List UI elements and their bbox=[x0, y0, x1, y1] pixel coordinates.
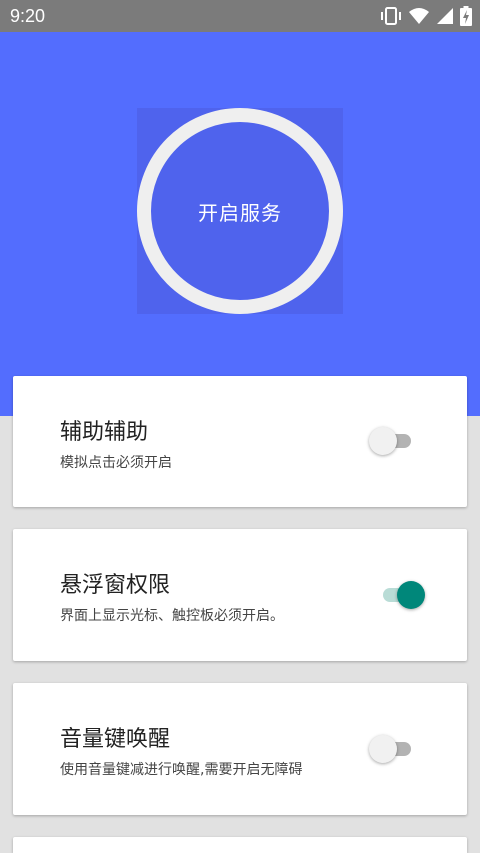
card-accessibility: 辅助辅助 模拟点击必须开启 bbox=[13, 376, 467, 507]
switch-thumb bbox=[397, 581, 425, 609]
battery-charging-icon bbox=[460, 6, 472, 26]
status-icons bbox=[380, 6, 472, 26]
card-next-partial bbox=[13, 837, 467, 853]
start-service-label: 开启服务 bbox=[198, 200, 282, 225]
card-title: 悬浮窗权限 bbox=[60, 573, 171, 598]
switch-thumb bbox=[369, 427, 397, 455]
card-title: 音量键唤醒 bbox=[60, 727, 171, 752]
start-service-button[interactable]: 开启服务 bbox=[137, 108, 343, 314]
signal-icon bbox=[437, 8, 453, 24]
card-description: 使用音量键减进行唤醒,需要开启无障碍 bbox=[60, 762, 303, 778]
card-description: 模拟点击必须开启 bbox=[60, 455, 172, 471]
card-volume-wake: 音量键唤醒 使用音量键减进行唤醒,需要开启无障碍 bbox=[13, 683, 467, 815]
accessibility-toggle[interactable] bbox=[369, 426, 419, 456]
card-title: 辅助辅助 bbox=[60, 420, 149, 445]
status-time: 9:20 bbox=[10, 5, 46, 26]
wifi-icon bbox=[409, 8, 429, 24]
volume-wake-toggle[interactable] bbox=[369, 734, 419, 764]
card-floating-window: 悬浮窗权限 界面上显示光标、触控板必须开启。 bbox=[13, 529, 467, 661]
header-banner: 开启服务 bbox=[0, 32, 480, 416]
floating-window-toggle[interactable] bbox=[375, 580, 425, 610]
status-bar: 9:20 bbox=[0, 0, 480, 32]
vibrate-icon bbox=[381, 7, 401, 25]
card-description: 界面上显示光标、触控板必须开启。 bbox=[60, 608, 284, 624]
switch-thumb bbox=[369, 735, 397, 763]
